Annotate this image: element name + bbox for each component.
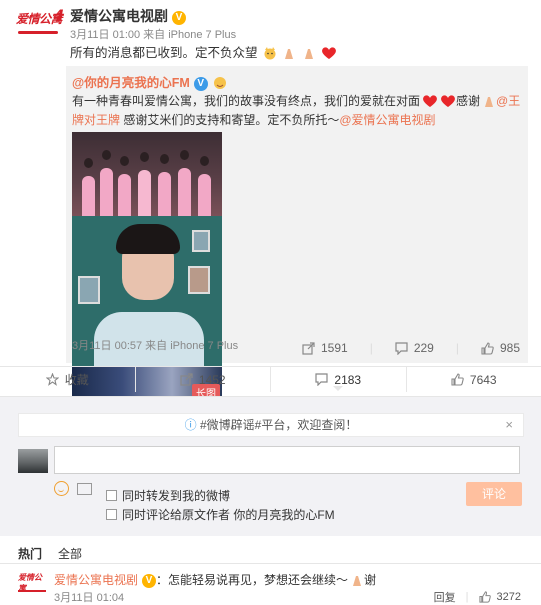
submit-comment-button[interactable]: 评论: [466, 482, 522, 506]
repost-share-button[interactable]: 1591: [302, 341, 348, 355]
comment-tools: [54, 481, 92, 496]
comment-icon: [395, 341, 408, 355]
reply-button[interactable]: 回复: [434, 589, 456, 605]
comment-body: 爱情公寓电视剧 V ：怎能轻易说再见，梦想还会继续～谢: [54, 573, 377, 588]
emoji-icon[interactable]: [54, 481, 69, 496]
author-avatar[interactable]: 爱情公寓 4: [16, 6, 64, 36]
comment-date: 3月11日 01:04: [54, 592, 125, 604]
author-name[interactable]: 爱情公寓电视剧: [70, 8, 168, 24]
repost-comment-button[interactable]: 229: [395, 341, 434, 355]
star-icon: [45, 373, 59, 386]
pray-hands-icon: [304, 49, 313, 59]
share-button[interactable]: 1452: [136, 367, 271, 392]
rumor-notice[interactable]: ⓘ #微博辟谣#平台，欢迎查阅！ ×: [18, 413, 524, 437]
heart-icon: [441, 95, 455, 107]
cat-emoji-icon: [264, 47, 276, 60]
tab-hot[interactable]: 热门: [18, 545, 42, 562]
mention-link[interactable]: @爱情公寓电视剧: [339, 113, 435, 127]
comment-panel: ⓘ #微博辟谣#平台，欢迎查阅！ × 同时转发到我的微博 同时评论给原文作者 你…: [0, 396, 541, 536]
heart-icon: [423, 95, 437, 107]
commenter-avatar[interactable]: 爱情公寓: [18, 572, 48, 593]
comment-input[interactable]: [54, 446, 520, 474]
share-icon: [180, 373, 193, 386]
close-icon[interactable]: ×: [505, 414, 513, 436]
heart-icon: [322, 47, 337, 59]
user-avatar[interactable]: [18, 449, 48, 473]
thumbs-up-icon: [478, 591, 491, 603]
comment-tabs: 热门 全部: [18, 545, 82, 562]
verified-icon: V: [193, 77, 208, 91]
repost-checkbox[interactable]: [106, 490, 117, 501]
repost-meta: 3月11日 00:57 来自 iPhone 7 Plus: [72, 340, 239, 352]
comment-actions: 回复 | 3272: [433, 589, 521, 605]
verified-icon: V: [142, 574, 157, 588]
thumbs-up-icon: [481, 341, 494, 355]
group-photo: [72, 132, 222, 216]
cheer-emoji-icon: [214, 77, 227, 89]
comment-original-checkbox[interactable]: [106, 509, 117, 520]
verified-icon: V: [172, 11, 186, 25]
post-action-bar: 收藏 1452 2183 7643: [0, 366, 541, 392]
post-author[interactable]: 爱情公寓电视剧 V: [70, 6, 186, 26]
pray-hands-icon: [285, 49, 294, 59]
comment-original-option[interactable]: 同时评论给原文作者 你的月亮我的心FM: [106, 506, 335, 523]
post-meta: 3月11日 01:00 来自 iPhone 7 Plus: [70, 29, 237, 41]
image-icon[interactable]: [77, 482, 92, 495]
thumbs-up-icon: [451, 373, 464, 386]
repost-text: 有一种青春叫爱情公寓，我们的故事没有终点，我们的爱就在对面 感谢 @王牌对王牌 感谢…: [72, 94, 521, 127]
like-button[interactable]: 7643: [407, 367, 541, 392]
repost-option[interactable]: 同时转发到我的微博: [106, 487, 230, 504]
comment-icon: [315, 373, 328, 386]
info-icon: ⓘ: [184, 418, 197, 432]
comment-button[interactable]: 2183: [271, 367, 407, 392]
repost-stats: 1591 | 229 | 985: [302, 341, 520, 355]
share-icon: [302, 341, 315, 355]
pray-hands-icon: [353, 576, 362, 586]
repost-author[interactable]: @你的月亮我的心FM V: [72, 72, 227, 91]
reposted-content[interactable]: @你的月亮我的心FM V 有一种青春叫爱情公寓，我们的故事没有终点，我们的爱就在对…: [66, 66, 528, 400]
favorite-button[interactable]: 收藏: [0, 367, 136, 392]
comment-like-button[interactable]: 3272: [478, 591, 521, 603]
long-image-thumbnail[interactable]: 长图: [72, 132, 222, 400]
pray-hands-icon: [485, 97, 494, 107]
post-text: 所有的消息都已收到。定不负众望: [70, 42, 337, 61]
commenter-name[interactable]: 爱情公寓电视剧: [54, 573, 138, 587]
brand-logo: 爱情公寓 4: [16, 6, 64, 26]
tab-all[interactable]: 全部: [58, 545, 82, 562]
repost-like-button[interactable]: 985: [481, 341, 520, 355]
